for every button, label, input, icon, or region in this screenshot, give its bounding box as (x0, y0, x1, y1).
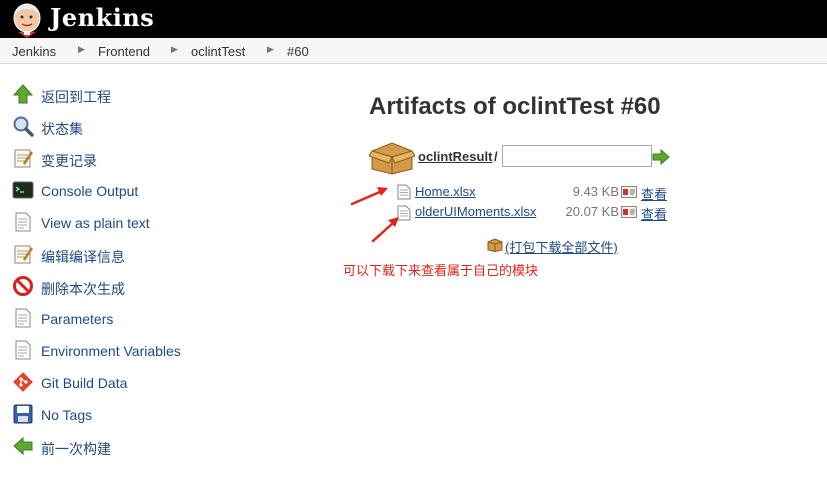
folder-link-oclintresult[interactable]: oclintResult (418, 149, 492, 164)
path-separator: / (494, 149, 498, 164)
breadcrumb: Jenkins ▶ Frontend ▶ oclintTest ▶ #60 (0, 38, 827, 64)
sidebar-item-environment-variables[interactable]: Environment Variables (12, 339, 272, 363)
terminal-icon (12, 181, 34, 199)
no-entry-icon (13, 276, 33, 296)
sidebar-item-no-tags[interactable]: No Tags (12, 403, 272, 427)
notepad-icon (14, 245, 34, 264)
magnifier-icon (13, 116, 34, 137)
breadcrumb-item-oclinttest[interactable]: oclintTest (191, 44, 245, 59)
fingerprint-card-icon[interactable] (621, 186, 637, 198)
sidebar-item-status[interactable]: 状态集 (12, 115, 272, 139)
red-arrow-icon (371, 217, 399, 243)
go-arrow-icon[interactable] (652, 148, 670, 166)
document-icon (15, 212, 31, 232)
up-arrow-icon (12, 84, 34, 104)
sidebar-item-label: Git Build Data (41, 375, 128, 391)
breadcrumb-item-build[interactable]: #60 (287, 44, 309, 59)
fingerprint-card-icon[interactable] (621, 206, 637, 218)
annotation-text: 可以下载下来查看属于自己的模块 (343, 263, 539, 278)
view-link[interactable]: 查看 (641, 184, 667, 203)
package-folder-icon (369, 142, 415, 175)
file-icon (397, 184, 411, 200)
document-icon (15, 340, 31, 360)
floppy-disk-icon (13, 404, 33, 424)
jenkins-logo-text[interactable]: Jenkins (50, 3, 154, 32)
triangle-right-icon: ▶ (78, 44, 85, 54)
sidebar-item-label: 返回到工程 (41, 89, 111, 105)
sidebar-item-label: View as plain text (41, 215, 150, 231)
download-all-zip-link[interactable]: (打包下载全部文件) (505, 237, 618, 256)
sidebar-item-previous-build[interactable]: 前一次构建 (12, 435, 272, 459)
file-size: 20.07 KB (565, 204, 620, 219)
sidebar-item-console-output[interactable]: Console Output (12, 179, 272, 203)
triangle-right-icon: ▶ (171, 44, 178, 54)
view-link[interactable]: 查看 (641, 204, 667, 223)
git-icon (13, 372, 33, 392)
jenkins-butler-icon[interactable] (10, 2, 44, 38)
sidebar-item-delete-build[interactable]: 删除本次生成 (12, 275, 272, 299)
sidebar-item-view-plain-text[interactable]: View as plain text (12, 211, 272, 235)
sidebar-item-edit-build-info[interactable]: 编辑编译信息 (12, 243, 272, 267)
sidebar-item-changes[interactable]: 变更记录 (12, 147, 272, 171)
sidebar-item-label: 删除本次生成 (41, 281, 125, 297)
file-link-olderuimoments[interactable]: olderUIMoments.xlsx (415, 204, 536, 219)
sidebar-item-git-build-data[interactable]: Git Build Data (12, 371, 272, 395)
sidebar-item-label: 前一次构建 (41, 441, 111, 457)
left-arrow-icon (13, 436, 33, 456)
breadcrumb-item-frontend[interactable]: Frontend (98, 44, 150, 59)
sidebar-item-parameters[interactable]: Parameters (12, 307, 272, 331)
sidebar-item-label: Parameters (41, 311, 114, 327)
sidebar-item-label: 编辑编译信息 (41, 249, 125, 265)
sidebar-item-label: 变更记录 (41, 153, 97, 169)
page-title: Artifacts of oclintTest #60 (369, 93, 661, 120)
sidebar-item-label: 状态集 (41, 121, 83, 137)
path-input[interactable] (502, 145, 652, 167)
sidebar-item-label: No Tags (41, 407, 93, 423)
triangle-right-icon: ▶ (267, 44, 274, 54)
document-icon (15, 308, 31, 328)
breadcrumb-item-jenkins[interactable]: Jenkins (12, 44, 56, 59)
notepad-icon (14, 149, 34, 168)
page-header: Jenkins (0, 0, 827, 38)
file-size: 9.43 KB (572, 184, 619, 199)
file-link-home[interactable]: Home.xlsx (415, 184, 476, 199)
package-icon (487, 238, 503, 252)
sidebar-item-label: Environment Variables (41, 343, 181, 359)
red-arrow-icon (350, 187, 388, 206)
sidebar-item-label: Console Output (41, 183, 139, 199)
sidebar-item-back-to-project[interactable]: 返回到工程 (12, 83, 272, 107)
